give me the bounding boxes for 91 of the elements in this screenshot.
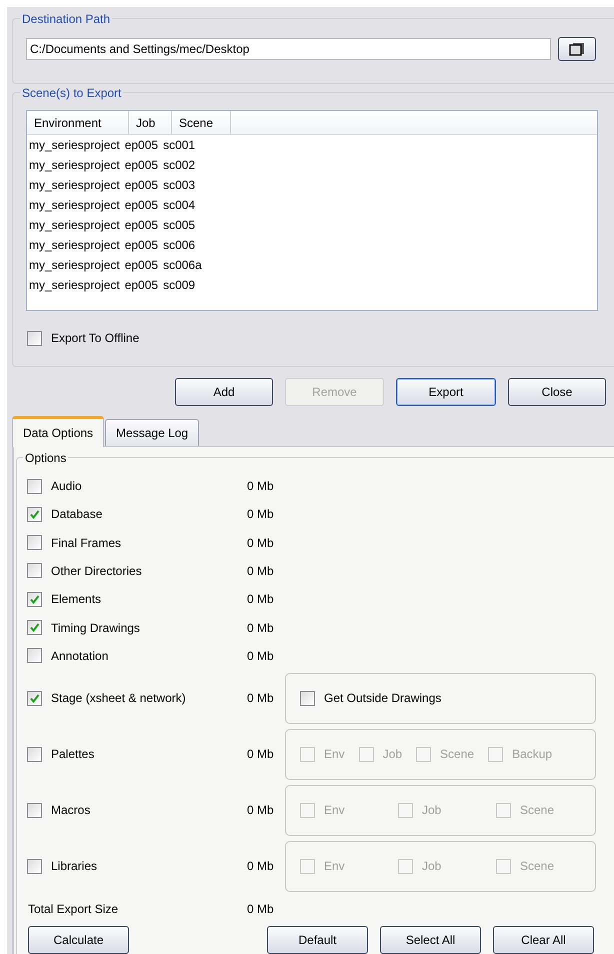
checkbox-label: Env bbox=[324, 858, 345, 875]
table-cell-text: ep005 bbox=[124, 137, 158, 154]
table-cell-text: my_seriesproject bbox=[29, 217, 120, 234]
checkbox[interactable] bbox=[27, 802, 42, 818]
table-cell-text: ep005 bbox=[124, 177, 158, 194]
checkbox[interactable] bbox=[27, 330, 42, 346]
table-cell-text: my_seriesproject bbox=[29, 277, 120, 294]
button[interactable]: Calculate bbox=[28, 926, 129, 954]
tab[interactable]: Data Options bbox=[12, 416, 104, 447]
checkbox[interactable] bbox=[27, 563, 42, 578]
table-cell-text: my_seriesproject bbox=[29, 137, 120, 154]
checkbox-label: Scene bbox=[520, 858, 554, 875]
size-value: 0 Mb bbox=[247, 690, 275, 707]
checkbox[interactable] bbox=[300, 690, 315, 706]
checkbox[interactable] bbox=[27, 592, 42, 607]
table-cell-text: my_seriesproject bbox=[29, 157, 120, 174]
button[interactable]: Add bbox=[175, 378, 273, 406]
checkbox[interactable] bbox=[27, 535, 42, 550]
checkbox-label: Scene bbox=[440, 746, 474, 763]
checkbox-label: Database bbox=[51, 506, 102, 524]
checkbox[interactable] bbox=[27, 746, 42, 762]
table-cell-text: sc006a bbox=[163, 257, 202, 274]
size-value: 0 Mb bbox=[247, 858, 275, 875]
checkbox-label: Export To Offline bbox=[51, 330, 140, 348]
checkbox[interactable] bbox=[27, 478, 42, 494]
size-value: 0 Mb bbox=[247, 478, 275, 496]
checkbox-label: Palettes bbox=[51, 746, 94, 763]
table-cell-text: sc006 bbox=[163, 237, 196, 254]
size-value: 0 Mb bbox=[247, 648, 275, 665]
table-cell-text: sc004 bbox=[163, 197, 196, 214]
column-header[interactable]: Environment bbox=[27, 111, 129, 134]
size-value: 0 Mb bbox=[247, 591, 275, 608]
table-cell-text: ep005 bbox=[124, 217, 158, 234]
checkbox-label: Other Directories bbox=[51, 562, 142, 580]
table-cell-text: sc005 bbox=[163, 217, 196, 234]
path-field[interactable]: C:/Documents and Settings/mec/Desktop bbox=[26, 38, 551, 60]
checkbox-label: Get Outside Drawings bbox=[324, 690, 442, 707]
checkbox[interactable] bbox=[27, 620, 42, 636]
table-cell-text: ep005 bbox=[124, 157, 158, 174]
checkbox-label: Macros bbox=[51, 802, 90, 819]
checkbox-label: Env bbox=[324, 802, 345, 819]
size-value: 0 Mb bbox=[247, 534, 275, 552]
browse-button[interactable] bbox=[558, 37, 596, 61]
table-cell-text: sc003 bbox=[163, 177, 196, 194]
size-value: 0 Mb bbox=[247, 620, 275, 637]
checkbox[interactable] bbox=[27, 858, 42, 874]
table-cell-text: my_seriesproject bbox=[29, 177, 120, 194]
size-value: 0 Mb bbox=[247, 506, 275, 524]
checkbox-label: Env bbox=[324, 746, 345, 763]
table-cell-text: sc009 bbox=[163, 277, 196, 294]
column-header[interactable]: Scene bbox=[172, 111, 231, 134]
table-cell-text: ep005 bbox=[124, 257, 158, 274]
checkbox-label: Libraries bbox=[51, 858, 98, 875]
button[interactable]: Default bbox=[267, 926, 368, 954]
size-value: 0 Mb bbox=[247, 746, 275, 763]
checkbox-label: Job bbox=[422, 858, 442, 875]
button[interactable]: Close bbox=[508, 378, 606, 406]
table-cell-text: sc002 bbox=[163, 157, 196, 174]
tab[interactable]: Message Log bbox=[105, 418, 200, 446]
size-value: 0 Mb bbox=[247, 562, 275, 580]
column-header[interactable]: Job bbox=[129, 111, 172, 134]
table-cell-text: my_seriesproject bbox=[29, 197, 120, 214]
checkbox-label: Stage (xsheet & network) bbox=[51, 690, 186, 707]
checkmark-icon bbox=[29, 508, 40, 520]
checkbox-label: Final Frames bbox=[51, 534, 122, 552]
checkmark-icon bbox=[29, 594, 40, 605]
checkbox[interactable] bbox=[27, 690, 42, 706]
checkbox-label: Job bbox=[382, 746, 402, 763]
checkbox-label: Annotation bbox=[51, 648, 108, 665]
size-value: 0 Mb bbox=[247, 802, 275, 819]
checkbox-label: Scene bbox=[520, 802, 554, 819]
table-cell-text: my_seriesproject bbox=[29, 257, 120, 274]
button[interactable]: Clear All bbox=[493, 926, 594, 954]
total-value: 0 Mb bbox=[247, 901, 274, 918]
table-cell-text: ep005 bbox=[124, 237, 158, 254]
table-cell-text: ep005 bbox=[124, 277, 158, 294]
table-cell-text: sc001 bbox=[163, 137, 196, 154]
total-label: Total Export Size bbox=[28, 901, 120, 918]
checkbox-label: Backup bbox=[512, 746, 552, 763]
checkbox-label: Timing Drawings bbox=[51, 620, 140, 637]
button[interactable]: Export bbox=[396, 378, 496, 406]
table-cell-text: ep005 bbox=[124, 197, 158, 214]
checkbox-label: Job bbox=[422, 802, 442, 819]
table-cell-text: my_seriesproject bbox=[29, 237, 120, 254]
checkmark-icon bbox=[29, 692, 40, 704]
checkmark-icon bbox=[29, 622, 40, 634]
checkbox[interactable] bbox=[27, 506, 42, 522]
checkbox-label: Elements bbox=[51, 591, 102, 608]
checkbox[interactable] bbox=[27, 648, 42, 664]
button[interactable]: Select All bbox=[380, 926, 481, 954]
checkbox-label: Audio bbox=[51, 478, 82, 496]
